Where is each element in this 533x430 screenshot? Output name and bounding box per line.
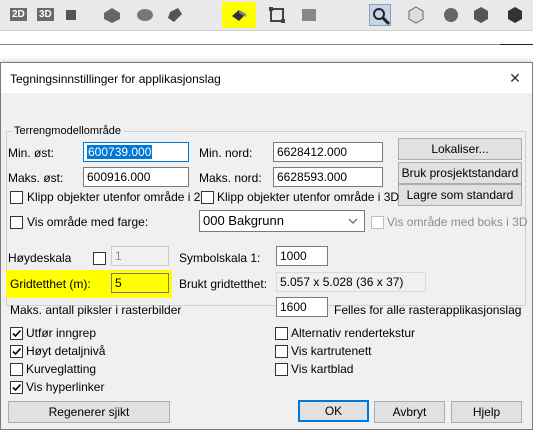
hexagon-button[interactable] xyxy=(470,4,492,26)
3d-view-button[interactable]: 3D xyxy=(35,4,57,26)
option-right-label: Alternativ rendertekstur xyxy=(291,326,416,340)
frame-tool-button[interactable] xyxy=(266,4,288,26)
checkmark-icon xyxy=(12,383,22,392)
option-right-checkbox[interactable] xyxy=(275,327,288,340)
locate-button[interactable]: Lokaliser... xyxy=(398,138,522,160)
grid-tool-button[interactable] xyxy=(298,4,320,26)
checkmark-icon xyxy=(12,329,22,338)
drawing-line xyxy=(0,44,533,45)
max-north-label: Maks. nord: xyxy=(199,171,262,185)
drawing-settings-dialog: Tegningsinnstillinger for applikasjonsla… xyxy=(0,62,533,430)
option-left-checkbox[interactable] xyxy=(10,345,23,358)
surface-tool-icon xyxy=(104,8,120,23)
option-right-label: Vis kartblad xyxy=(291,362,354,376)
regenerate-layer-button[interactable]: Regenerer sjikt xyxy=(8,401,170,423)
clip-2d-checkbox[interactable] xyxy=(10,191,23,204)
frame-tool-icon xyxy=(269,7,285,23)
select-tool-icon xyxy=(66,10,76,20)
ok-button[interactable]: OK xyxy=(298,400,369,422)
checkmark-icon xyxy=(12,347,22,356)
show-area-color-label: Vis område med farge: xyxy=(27,215,149,229)
sphere-button[interactable] xyxy=(440,4,462,26)
toolbar: 2D 3D xyxy=(0,0,533,31)
option-left-label: Kurveglatting xyxy=(26,362,97,376)
height-scale-field[interactable]: 1 xyxy=(111,246,169,266)
select-tool-button[interactable] xyxy=(60,4,82,26)
min-east-field[interactable]: 600739.000 xyxy=(83,142,189,162)
cube-outline-button[interactable] xyxy=(405,4,427,26)
grid-tool-icon xyxy=(302,9,316,21)
symbol-scale-field[interactable]: 1000 xyxy=(276,246,328,266)
dialog-title: Tegningsinnstillinger for applikasjonsla… xyxy=(10,72,221,86)
terrain-model-button[interactable] xyxy=(222,2,256,28)
solid-tool-icon xyxy=(168,8,182,22)
clip-3d-checkbox[interactable] xyxy=(201,191,214,204)
grid-density-label: Gridtetthet (m): xyxy=(10,277,91,291)
cube-outline-icon xyxy=(408,6,424,24)
option-left-checkbox[interactable] xyxy=(10,363,23,376)
max-pixels-note: Felles for alle rasterapplikasjonslag xyxy=(334,303,522,317)
cancel-button[interactable]: Avbryt xyxy=(374,401,445,423)
area-color-value: 000 Bakgrunn xyxy=(203,213,284,228)
height-scale-checkbox[interactable] xyxy=(93,252,106,265)
sphere-icon xyxy=(444,8,458,22)
min-north-field[interactable]: 6628412.000 xyxy=(273,142,383,162)
hexagon-icon xyxy=(474,7,488,23)
show-box-3d-label: Vis område med boks i 3D xyxy=(387,215,528,229)
zoom-icon xyxy=(373,8,391,26)
cube-solid-button[interactable] xyxy=(504,4,526,26)
terrain-model-icon xyxy=(232,10,246,21)
surface-tool-button[interactable] xyxy=(101,4,123,26)
option-right-checkbox[interactable] xyxy=(275,363,288,376)
help-button[interactable]: Hjelp xyxy=(451,401,522,423)
option-left-checkbox[interactable] xyxy=(10,327,23,340)
save-as-standard-button[interactable]: Lagre som standard xyxy=(398,184,522,206)
zoom-button[interactable] xyxy=(369,4,391,26)
clip-3d-label: Klipp objekter utenfor område i 3D xyxy=(217,190,400,204)
show-area-color-checkbox[interactable] xyxy=(10,216,23,229)
max-east-field[interactable]: 600916.000 xyxy=(83,167,189,187)
max-east-label: Maks. øst: xyxy=(8,171,64,185)
option-left-label: Vis hyperlinker xyxy=(26,380,105,394)
2d-view-icon: 2D xyxy=(10,8,27,21)
solid-tool-button[interactable] xyxy=(164,4,186,26)
option-right-label: Vis kartrutenett xyxy=(291,344,372,358)
option-right-checkbox[interactable] xyxy=(275,345,288,358)
show-box-3d-checkbox[interactable] xyxy=(371,216,384,229)
used-density-label: Brukt gridtetthet: xyxy=(179,277,268,291)
grid-density-field[interactable]: 5 xyxy=(111,273,169,293)
max-pixels-label: Maks. antall piksler i rasterbilder xyxy=(10,303,182,317)
min-east-label: Min. øst: xyxy=(8,146,55,160)
dialog-titlebar: Tegningsinnstillinger for applikasjonsla… xyxy=(1,63,532,93)
max-pixels-field[interactable]: 1600 xyxy=(276,297,328,317)
symbol-scale-label: Symbolskala 1: xyxy=(179,251,261,265)
drawing-line-dark xyxy=(500,44,533,45)
terrain-group-label: Terrengmodellområde xyxy=(12,125,123,137)
option-left-label: Utfør inngrep xyxy=(26,326,97,340)
3d-view-icon: 3D xyxy=(37,8,54,21)
height-scale-label: Høydeskala xyxy=(8,251,72,265)
chevron-down-icon xyxy=(348,218,358,224)
cube-solid-icon xyxy=(508,7,522,23)
option-left-label: Høyt detaljnivå xyxy=(26,344,106,358)
clip-2d-label: Klipp objekter utenfor område i 2D xyxy=(27,190,210,204)
use-project-standard-button[interactable]: Bruk prosjektstandard xyxy=(398,162,522,184)
2d-view-button[interactable]: 2D xyxy=(8,4,30,26)
option-left-checkbox[interactable] xyxy=(10,381,23,394)
min-north-label: Min. nord: xyxy=(199,146,253,160)
close-button[interactable]: ✕ xyxy=(500,65,530,91)
shade-tool-button[interactable] xyxy=(134,4,156,26)
area-color-dropdown[interactable]: 000 Bakgrunn xyxy=(199,210,365,232)
shade-tool-icon xyxy=(137,9,153,21)
max-north-field[interactable]: 6628593.000 xyxy=(273,167,383,187)
used-density-field: 5.057 x 5.028 (36 x 37) xyxy=(276,272,426,292)
